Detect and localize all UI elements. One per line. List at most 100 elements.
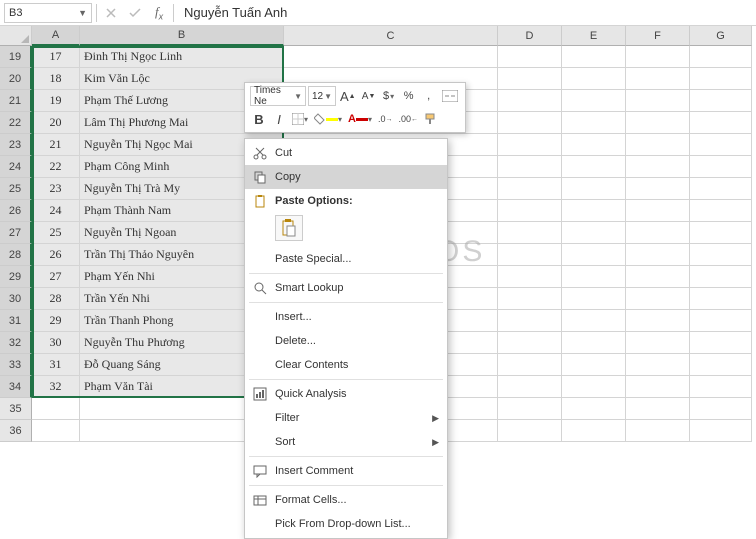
cell[interactable] — [562, 222, 626, 244]
decrease-decimal-button[interactable]: .00← — [397, 109, 421, 129]
cell[interactable]: 31 — [32, 354, 80, 376]
font-size-selector[interactable]: 12▼ — [308, 86, 336, 106]
borders-button[interactable]: ▾ — [290, 109, 310, 129]
cell[interactable] — [690, 354, 752, 376]
cell[interactable] — [626, 178, 690, 200]
accept-formula-icon[interactable] — [125, 3, 145, 23]
cell[interactable] — [690, 156, 752, 178]
cell[interactable] — [498, 398, 562, 420]
row-header[interactable]: 28 — [0, 244, 32, 266]
cell[interactable] — [626, 332, 690, 354]
ctx-cut[interactable]: Cut — [245, 141, 447, 165]
row-header[interactable]: 23 — [0, 134, 32, 156]
cell[interactable] — [626, 68, 690, 90]
cell[interactable]: 27 — [32, 266, 80, 288]
row-header[interactable]: 36 — [0, 420, 32, 442]
column-header-A[interactable]: A — [32, 26, 80, 46]
name-box[interactable]: B3 ▼ — [4, 3, 92, 23]
row-header[interactable]: 30 — [0, 288, 32, 310]
row-header[interactable]: 19 — [0, 46, 32, 68]
row-header[interactable]: 27 — [0, 222, 32, 244]
cell[interactable] — [562, 244, 626, 266]
cell[interactable] — [626, 112, 690, 134]
cell[interactable] — [498, 134, 562, 156]
cell[interactable] — [690, 134, 752, 156]
cell[interactable] — [626, 134, 690, 156]
cell[interactable] — [498, 376, 562, 398]
font-family-selector[interactable]: Times Ne▼ — [250, 86, 306, 106]
cell[interactable] — [562, 46, 626, 68]
cell[interactable]: 26 — [32, 244, 80, 266]
cell[interactable] — [498, 90, 562, 112]
cell[interactable]: 29 — [32, 310, 80, 332]
ctx-copy[interactable]: Copy — [245, 165, 447, 189]
font-color-button[interactable]: A▾ — [346, 109, 374, 129]
italic-button[interactable]: I — [270, 109, 288, 129]
cell[interactable] — [498, 310, 562, 332]
row-header[interactable]: 29 — [0, 266, 32, 288]
ctx-format-cells[interactable]: Format Cells... — [245, 488, 447, 512]
cell[interactable] — [562, 156, 626, 178]
cell[interactable] — [498, 156, 562, 178]
ctx-delete[interactable]: Delete... — [245, 329, 447, 353]
row-header[interactable]: 21 — [0, 90, 32, 112]
formula-input[interactable]: Nguyễn Tuấn Anh — [178, 3, 752, 23]
cell[interactable] — [562, 112, 626, 134]
cell[interactable]: 32 — [32, 376, 80, 398]
cell[interactable] — [626, 222, 690, 244]
row-header[interactable]: 26 — [0, 200, 32, 222]
cell[interactable]: 18 — [32, 68, 80, 90]
cell[interactable] — [626, 310, 690, 332]
cell[interactable]: 28 — [32, 288, 80, 310]
cell[interactable]: 22 — [32, 156, 80, 178]
cell[interactable] — [562, 178, 626, 200]
cell[interactable] — [562, 90, 626, 112]
ctx-sort[interactable]: Sort ▶ — [245, 430, 447, 454]
cell[interactable]: 24 — [32, 200, 80, 222]
insert-function-icon[interactable]: fx — [149, 3, 169, 23]
cell[interactable] — [690, 112, 752, 134]
cell[interactable] — [498, 200, 562, 222]
row-header[interactable]: 22 — [0, 112, 32, 134]
row-header[interactable]: 32 — [0, 332, 32, 354]
cell[interactable] — [498, 420, 562, 442]
cell[interactable] — [626, 244, 690, 266]
cell[interactable] — [690, 244, 752, 266]
cell[interactable] — [690, 332, 752, 354]
cell[interactable] — [690, 68, 752, 90]
cell[interactable] — [562, 354, 626, 376]
row-header[interactable]: 24 — [0, 156, 32, 178]
column-header-G[interactable]: G — [690, 26, 752, 46]
cancel-formula-icon[interactable] — [101, 3, 121, 23]
cell[interactable] — [562, 376, 626, 398]
ctx-insert-comment[interactable]: Insert Comment — [245, 459, 447, 483]
cell[interactable] — [562, 332, 626, 354]
cell[interactable] — [498, 354, 562, 376]
cell[interactable] — [626, 376, 690, 398]
ctx-smart-lookup[interactable]: Smart Lookup — [245, 276, 447, 300]
cell[interactable] — [690, 46, 752, 68]
cell[interactable] — [626, 420, 690, 442]
cell[interactable]: Đinh Thị Ngọc Linh — [80, 46, 284, 68]
cell[interactable]: 19 — [32, 90, 80, 112]
cell[interactable] — [32, 398, 80, 420]
cell[interactable] — [562, 420, 626, 442]
cell[interactable] — [32, 420, 80, 442]
cell[interactable] — [626, 46, 690, 68]
merge-center-button[interactable] — [440, 86, 460, 106]
ctx-insert[interactable]: Insert... — [245, 305, 447, 329]
cell[interactable] — [690, 266, 752, 288]
column-header-B[interactable]: B — [80, 26, 284, 46]
cell[interactable] — [498, 332, 562, 354]
cell[interactable] — [562, 288, 626, 310]
cell[interactable] — [690, 200, 752, 222]
cell[interactable] — [562, 200, 626, 222]
cell[interactable]: 17 — [32, 46, 80, 68]
cell[interactable] — [626, 200, 690, 222]
ctx-filter[interactable]: Filter ▶ — [245, 406, 447, 430]
cell[interactable] — [498, 244, 562, 266]
cell[interactable] — [498, 68, 562, 90]
cell[interactable]: 23 — [32, 178, 80, 200]
cell[interactable] — [690, 376, 752, 398]
cell[interactable] — [498, 288, 562, 310]
